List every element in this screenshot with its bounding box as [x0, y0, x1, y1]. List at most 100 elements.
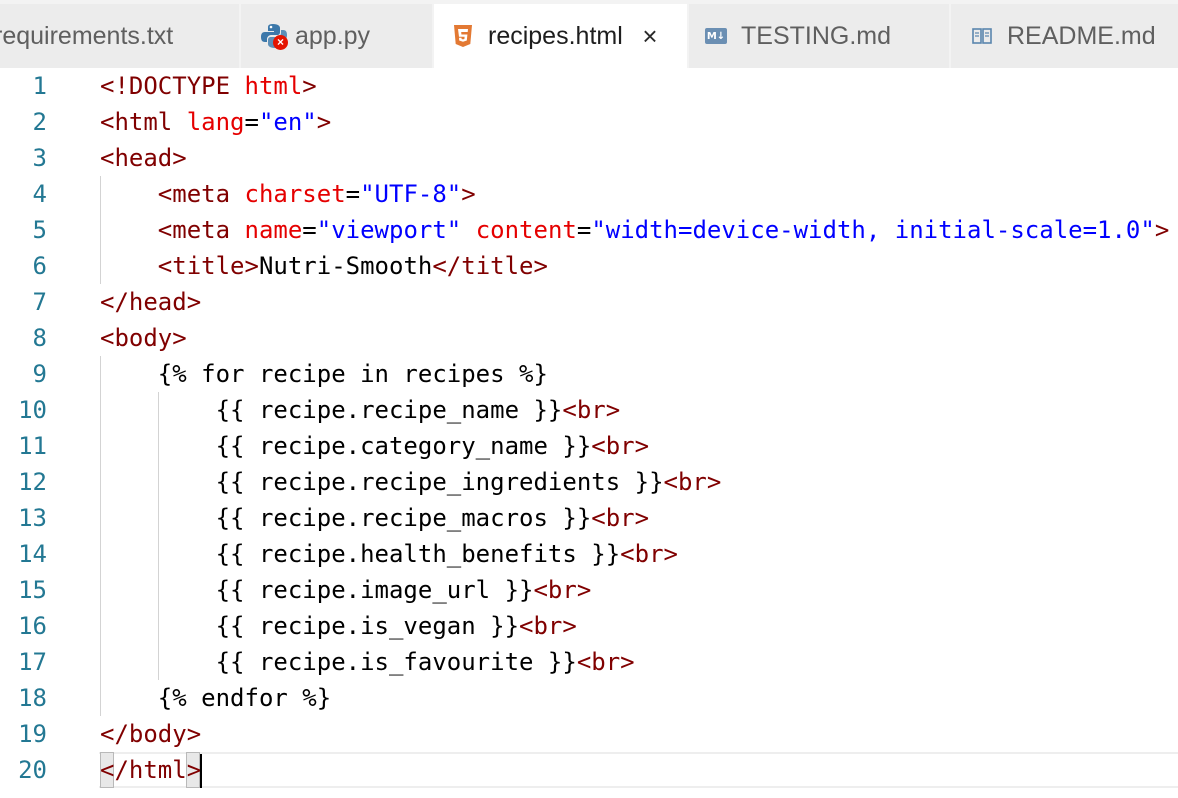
tab-bar: requirements.txt × app.py recipes.html ×…	[0, 0, 1178, 68]
code-line[interactable]: 1 <!DOCTYPE html>	[0, 68, 1178, 104]
code-line[interactable]: 7 </head>	[0, 284, 1178, 320]
code-editor[interactable]: 1 <!DOCTYPE html> 2 <html lang="en"> 3 <head>…	[0, 68, 1178, 798]
code-line[interactable]: 20 </html>	[0, 752, 1178, 788]
tab-app-py[interactable]: × app.py	[241, 4, 433, 68]
code-token: <br>	[591, 504, 650, 532]
line-content: <meta name="viewport" content="width=dev…	[100, 212, 1170, 248]
code-line[interactable]: 15 {{ recipe.image_url }}<br>	[0, 572, 1178, 608]
line-content: {% for recipe in recipes %}	[100, 356, 548, 392]
tab-readme-md[interactable]: README.md	[951, 4, 1178, 68]
code-token: {{ recipe.is_favourite }}	[100, 648, 577, 676]
code-token: {{ recipe.is_vegan }}	[100, 612, 520, 640]
line-number: 8	[32, 324, 47, 352]
line-content: {{ recipe.recipe_macros }}<br>	[100, 500, 649, 536]
line-content: {{ recipe.health_benefits }}<br>	[100, 536, 678, 572]
line-number: 16	[18, 612, 47, 640]
line-number: 11	[18, 432, 47, 460]
code-line[interactable]: 2 <html lang="en">	[0, 104, 1178, 140]
line-number: 4	[32, 180, 47, 208]
code-token: "en"	[258, 108, 317, 136]
line-number: 10	[18, 396, 47, 424]
code-token: =	[244, 108, 259, 136]
code-line[interactable]: 11 {{ recipe.category_name }}<br>	[0, 428, 1178, 464]
line-content: <meta charset="UTF-8">	[100, 176, 476, 212]
code-token: <br>	[663, 468, 722, 496]
code-token: <br>	[591, 432, 650, 460]
code-line[interactable]: 6 <title>Nutri-Smooth</title>	[0, 248, 1178, 284]
code-token: </title>	[432, 252, 548, 280]
code-token: name	[244, 216, 303, 244]
code-token: Nutri-Smooth	[258, 252, 433, 280]
line-content: {% endfor %}	[100, 680, 331, 716]
code-line[interactable]: 16 {{ recipe.is_vegan }}<br>	[0, 608, 1178, 644]
code-token: {{ recipe.category_name }}	[100, 432, 592, 460]
line-content: {{ recipe.recipe_name }}<br>	[100, 392, 621, 428]
code-token: {% endfor %}	[100, 684, 332, 712]
code-token: <!DOCTYPE	[100, 72, 245, 100]
line-content: <head>	[100, 140, 187, 176]
line-number: 2	[32, 108, 47, 136]
code-token: <head>	[100, 144, 187, 172]
code-token: <html	[100, 108, 187, 136]
code-token: <br>	[576, 648, 635, 676]
tab-label: README.md	[1007, 21, 1156, 50]
tab-testing-md[interactable]: M↓ TESTING.md	[689, 4, 950, 68]
line-content: {{ recipe.image_url }}<br>	[100, 572, 592, 608]
code-line[interactable]: 4 <meta charset="UTF-8">	[0, 176, 1178, 212]
text-cursor	[200, 754, 202, 788]
code-token: </body>	[100, 720, 202, 748]
tab-label: recipes.html	[488, 21, 623, 50]
line-content: {{ recipe.recipe_ingredients }}<br>	[100, 464, 722, 500]
line-content: <!DOCTYPE html>	[100, 68, 317, 104]
code-line[interactable]: 5 <meta name="viewport" content="width=d…	[0, 212, 1178, 248]
code-line[interactable]: 17 {{ recipe.is_favourite }}<br>	[0, 644, 1178, 680]
line-number: 14	[18, 540, 47, 568]
line-number: 9	[32, 360, 47, 388]
code-line[interactable]: 8 <body>	[0, 320, 1178, 356]
line-number: 3	[32, 144, 47, 172]
code-token: >	[1154, 216, 1170, 244]
line-content: </body>	[100, 716, 201, 752]
code-token: charset	[244, 180, 346, 208]
code-line[interactable]: 18 {% endfor %}	[0, 680, 1178, 716]
code-token: >	[316, 108, 332, 136]
code-token: {% for recipe in recipes %}	[100, 360, 548, 388]
line-content: </html>	[100, 752, 201, 788]
code-token: <br>	[519, 612, 577, 640]
code-token: {{ recipe.recipe_name }}	[100, 396, 563, 424]
close-tab-icon[interactable]: ×	[635, 21, 665, 51]
tab-label: requirements.txt	[0, 21, 174, 50]
error-badge-icon: ×	[273, 35, 288, 50]
line-number: 20	[18, 756, 47, 784]
line-content: <html lang="en">	[100, 104, 331, 140]
code-token: {{ recipe.recipe_ingredients }}	[100, 468, 664, 496]
readme-book-icon	[971, 25, 993, 47]
code-line[interactable]: 9 {% for recipe in recipes %}	[0, 356, 1178, 392]
code-token: =	[576, 216, 592, 244]
line-content: <body>	[100, 320, 187, 356]
code-line[interactable]: 10 {{ recipe.recipe_name }}<br>	[0, 392, 1178, 428]
code-line[interactable]: 3 <head>	[0, 140, 1178, 176]
line-number: 7	[32, 288, 47, 316]
code-line[interactable]: 12 {{ recipe.recipe_ingredients }}<br>	[0, 464, 1178, 500]
code-token: <br>	[533, 576, 592, 604]
code-line[interactable]: 19 </body>	[0, 716, 1178, 752]
line-number: 1	[32, 72, 47, 100]
tab-recipes-html[interactable]: recipes.html ×	[434, 4, 688, 68]
line-number: 17	[18, 648, 47, 676]
line-content: {{ recipe.category_name }}<br>	[100, 428, 649, 464]
code-token: <br>	[562, 396, 621, 424]
code-token: <meta	[157, 216, 245, 244]
line-number: 12	[18, 468, 47, 496]
python-file-icon: ×	[259, 21, 289, 51]
line-number: 6	[32, 252, 47, 280]
code-token: <body>	[100, 324, 187, 352]
code-line[interactable]: 13 {{ recipe.recipe_macros }}<br>	[0, 500, 1178, 536]
line-number: 18	[18, 684, 47, 712]
tab-requirements-txt[interactable]: requirements.txt	[0, 4, 240, 68]
code-line[interactable]: 14 {{ recipe.health_benefits }}<br>	[0, 536, 1178, 572]
